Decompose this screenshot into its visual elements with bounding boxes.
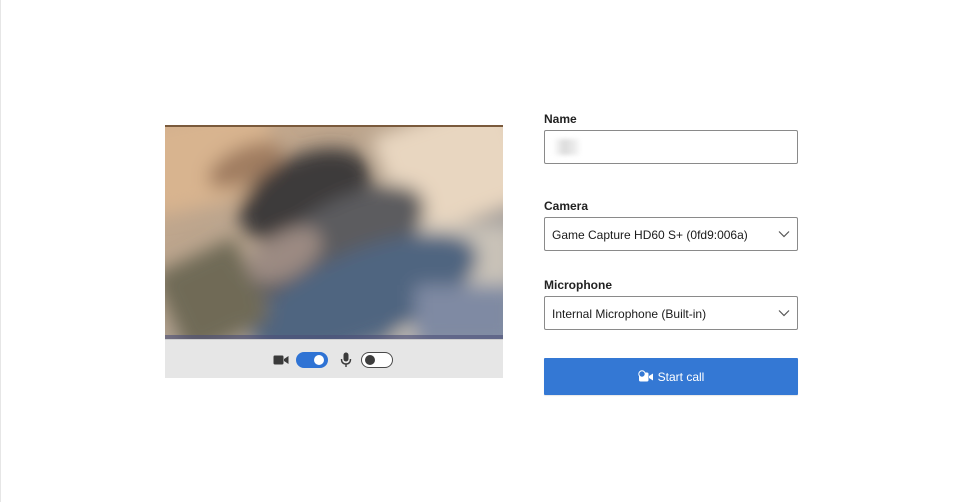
microphone-toggle-knob bbox=[365, 355, 375, 365]
camera-preview bbox=[165, 125, 503, 339]
microphone-label: Microphone bbox=[544, 278, 612, 292]
camera-toggle-knob bbox=[314, 355, 324, 365]
preview-top-edge bbox=[165, 125, 503, 127]
chevron-down-icon bbox=[778, 231, 790, 238]
camera-select[interactable]: Game Capture HD60 S+ (0fd9:006a) bbox=[544, 217, 798, 251]
start-call-button[interactable]: Start call bbox=[544, 358, 798, 395]
name-field[interactable] bbox=[544, 130, 798, 164]
camera-select-value: Game Capture HD60 S+ (0fd9:006a) bbox=[552, 228, 748, 242]
camera-label: Camera bbox=[544, 199, 589, 213]
start-call-label: Start call bbox=[657, 369, 705, 384]
camera-icon bbox=[273, 355, 289, 365]
chevron-down-icon bbox=[778, 310, 790, 317]
microphone-icon bbox=[340, 352, 352, 367]
call-setup-page: Name Camera Game Capture HD60 S+ (0fd9:0… bbox=[0, 0, 959, 502]
preview-controls-bar bbox=[165, 339, 503, 378]
name-value-redacted bbox=[553, 139, 581, 155]
video-preview-panel bbox=[165, 125, 503, 378]
name-label: Name bbox=[544, 112, 577, 126]
camera-toggle[interactable] bbox=[296, 352, 328, 368]
microphone-select-value: Internal Microphone (Built-in) bbox=[552, 307, 707, 321]
blurred-camera-feed bbox=[165, 125, 503, 339]
video-call-icon bbox=[637, 369, 653, 381]
microphone-select[interactable]: Internal Microphone (Built-in) bbox=[544, 296, 798, 330]
name-input[interactable] bbox=[545, 131, 797, 163]
microphone-toggle[interactable] bbox=[361, 352, 393, 368]
